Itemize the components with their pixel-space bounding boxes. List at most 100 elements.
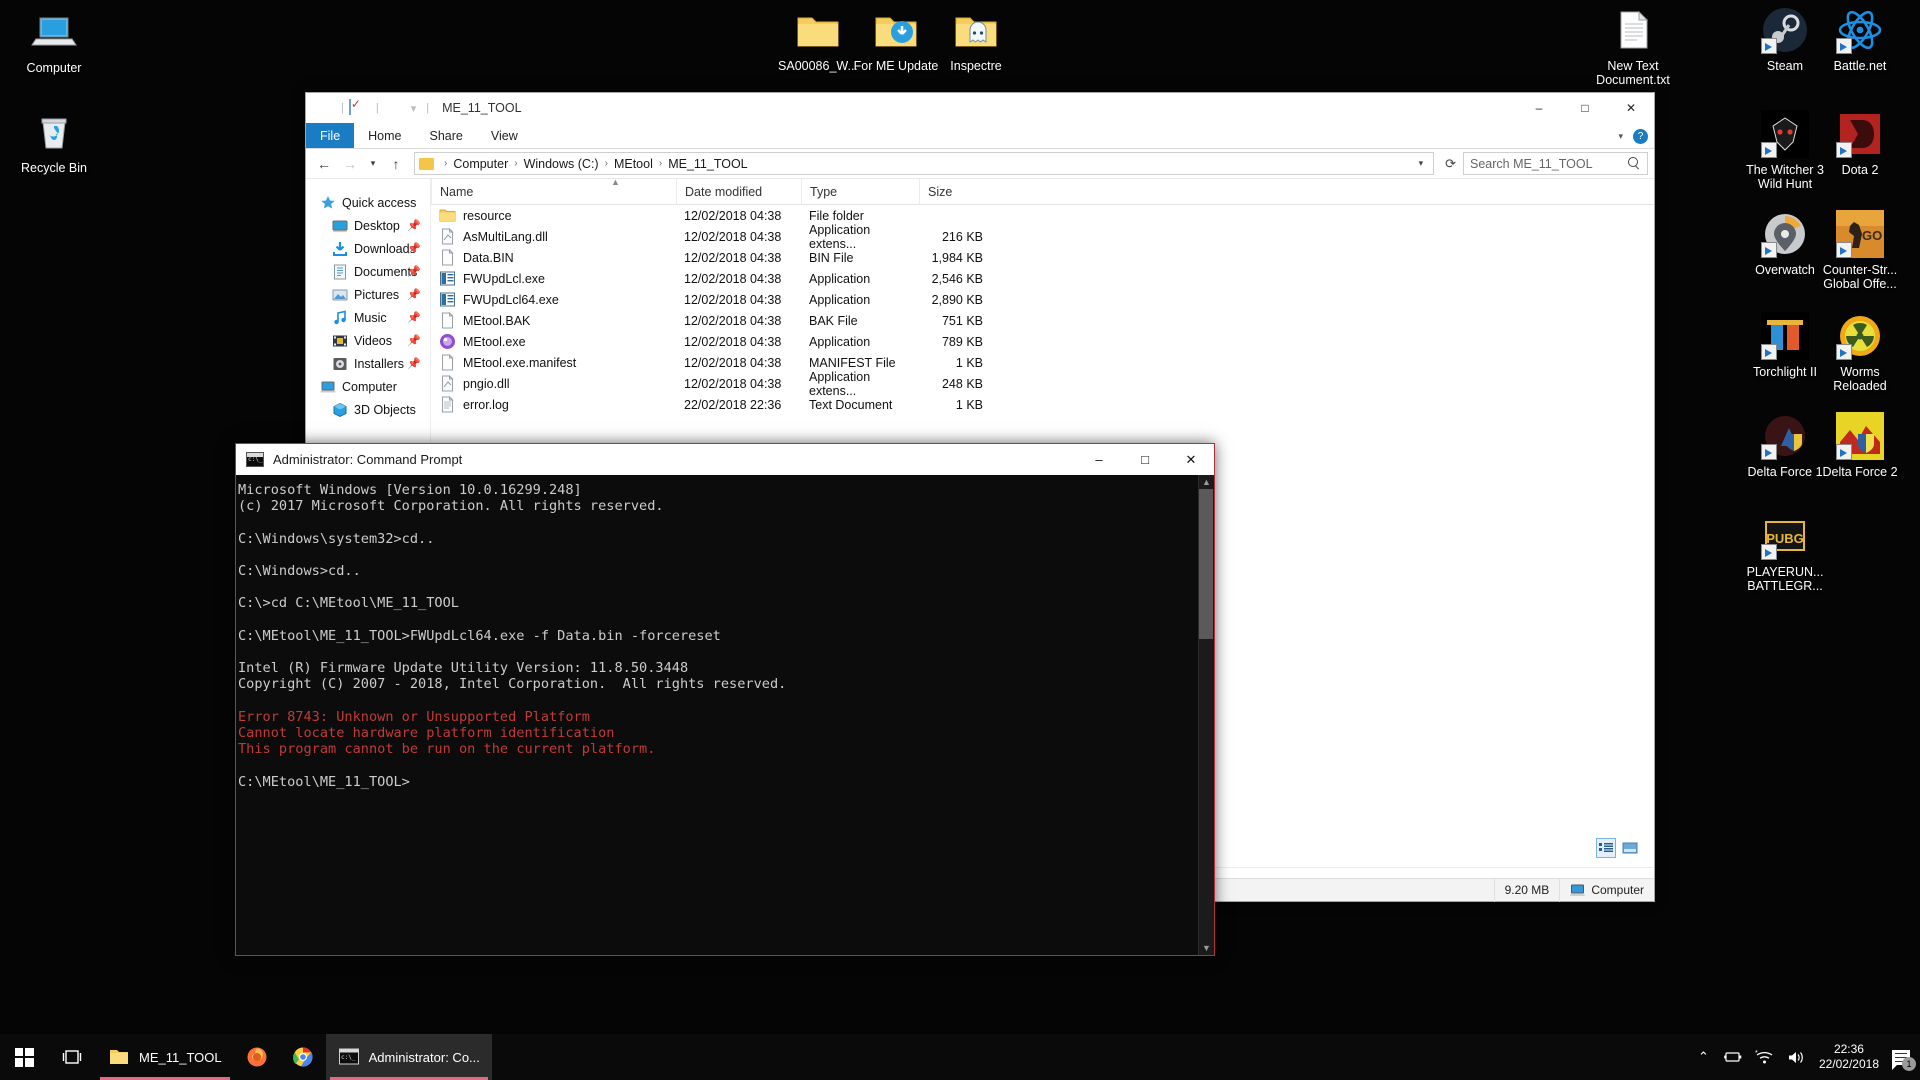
taskbar-item-administrator-co[interactable]: c:\_ Administrator: Co... — [325, 1034, 492, 1080]
desktop-icon-delta-force-2[interactable]: Delta Force 2 — [1812, 412, 1908, 479]
taskbar-item-firefox[interactable] — [234, 1034, 280, 1080]
table-row[interactable]: FWUpdLcl.exe 12/02/2018 04:38 Application 2… — [431, 268, 1654, 289]
pin-icon[interactable]: 📌 — [407, 219, 421, 232]
nav-item-installers[interactable]: Installers 📌 — [306, 352, 430, 375]
large-icons-view-button[interactable] — [1620, 838, 1640, 858]
cmd-console-area[interactable]: Microsoft Windows [Version 10.0.16299.24… — [236, 475, 1214, 955]
table-row[interactable]: resource 12/02/2018 04:38 File folder — [431, 205, 1654, 226]
maximize-button[interactable]: □ — [1122, 444, 1168, 475]
recent-locations-icon[interactable]: ▾ — [364, 152, 382, 176]
file-name-cell[interactable]: MEtool.BAK — [431, 311, 676, 329]
taskbar-item-chrome[interactable] — [280, 1034, 326, 1080]
pin-icon[interactable]: 📌 — [407, 311, 421, 324]
desktop-icon-new-text-document-txt[interactable]: New Text Document.txt — [1585, 6, 1681, 87]
file-list: resource 12/02/2018 04:38 File folder AsMul… — [431, 205, 1654, 415]
maximize-button[interactable]: □ — [1562, 93, 1608, 123]
nav-item-quick-access[interactable]: Quick access — [306, 191, 430, 214]
nav-item-desktop[interactable]: Desktop 📌 — [306, 214, 430, 237]
pin-icon[interactable]: 📌 — [407, 357, 421, 370]
scroll-up-icon[interactable]: ▲ — [1202, 475, 1211, 489]
details-view-button[interactable] — [1596, 838, 1616, 858]
scrollbar-thumb[interactable] — [1199, 489, 1213, 639]
minimize-button[interactable]: – — [1076, 444, 1122, 475]
command-prompt-window[interactable]: Administrator: Command Prompt – □ ✕ Micr… — [235, 443, 1215, 956]
show-hidden-icons-chevron[interactable]: ⌃ — [1698, 1049, 1709, 1065]
table-row[interactable]: MEtool.exe 12/02/2018 04:38 Application 789… — [431, 331, 1654, 352]
separator: | — [426, 102, 430, 114]
column-header-size[interactable]: Size — [919, 178, 989, 205]
table-row[interactable]: MEtool.BAK 12/02/2018 04:38 BAK File 751 KB — [431, 310, 1654, 331]
tab-view[interactable]: View — [477, 123, 532, 148]
column-header-type[interactable]: Type — [801, 178, 919, 205]
minimize-button[interactable]: – — [1516, 93, 1562, 123]
search-input[interactable]: Search ME_11_TOOL — [1463, 152, 1648, 175]
taskbar-item-me-11-tool[interactable]: ME_11_TOOL — [96, 1034, 234, 1080]
help-icon[interactable]: ? — [1633, 128, 1648, 144]
nav-item-videos[interactable]: Videos 📌 — [306, 329, 430, 352]
table-row[interactable]: FWUpdLcl64.exe 12/02/2018 04:38 Applicatio… — [431, 289, 1654, 310]
desktop-icon-worms-reloaded[interactable]: Worms Reloaded — [1812, 312, 1908, 393]
column-header-date-modified[interactable]: Date modified — [676, 178, 801, 205]
file-name-cell[interactable]: FWUpdLcl64.exe — [431, 291, 676, 308]
file-name-cell[interactable]: pngio.dll — [431, 374, 676, 392]
back-button[interactable]: ← — [312, 152, 336, 176]
nav-item-music[interactable]: Music 📌 — [306, 306, 430, 329]
column-header-name[interactable]: Name — [431, 178, 676, 205]
pin-icon[interactable]: 📌 — [407, 265, 421, 278]
table-row[interactable]: MEtool.exe.manifest 12/02/2018 04:38 MANIF… — [431, 352, 1654, 373]
breadcrumb-item-windows-c[interactable]: Windows (C:) — [522, 157, 601, 171]
file-name-cell[interactable]: Data.BIN — [431, 248, 676, 266]
explorer-title-bar[interactable]: | | ▾ | ME_11_TOOL – □ ✕ — [306, 93, 1654, 123]
scroll-down-icon[interactable]: ▼ — [1202, 941, 1211, 955]
nav-item-documents[interactable]: Documents 📌 — [306, 260, 430, 283]
table-row[interactable]: Data.BIN 12/02/2018 04:38 BIN File 1,984 KB — [431, 247, 1654, 268]
desktop-icon-counter-str-global-offe[interactable]: GO Counter-Str... Global Offe... — [1812, 210, 1908, 291]
up-button[interactable]: ↑ — [384, 152, 408, 176]
desktop-icon-inspectre[interactable]: Inspectre — [928, 6, 1024, 73]
nav-item-downloads[interactable]: Downloads 📌 — [306, 237, 430, 260]
desktop-icon-dota-2[interactable]: Dota 2 — [1812, 110, 1908, 177]
task-view-button[interactable] — [48, 1034, 96, 1080]
breadcrumb-item-me-11-tool[interactable]: ME_11_TOOL — [666, 157, 749, 171]
table-row[interactable]: AsMultiLang.dll 12/02/2018 04:38 Applicati… — [431, 223, 1654, 251]
nav-item-3d-objects[interactable]: 3D Objects — [306, 398, 430, 421]
tab-share[interactable]: Share — [416, 123, 477, 148]
refresh-icon[interactable]: ⟳ — [1440, 156, 1461, 172]
table-row[interactable]: pngio.dll 12/02/2018 04:38 Application ext… — [431, 370, 1654, 398]
tab-home[interactable]: Home — [354, 123, 415, 148]
pin-icon[interactable]: 📌 — [407, 334, 421, 347]
cmd-scrollbar[interactable]: ▲ ▼ — [1198, 475, 1214, 955]
pin-icon[interactable]: 📌 — [407, 288, 421, 301]
file-name-cell[interactable]: AsMultiLang.dll — [431, 227, 676, 245]
file-name-cell[interactable]: error.log — [431, 395, 676, 413]
start-button[interactable] — [0, 1034, 48, 1080]
desktop-icon-battle-net[interactable]: Battle.net — [1812, 6, 1908, 73]
action-center-icon[interactable]: 1 — [1892, 1049, 1916, 1071]
nav-item-computer[interactable]: Computer — [306, 375, 430, 398]
breadcrumb-item-computer[interactable]: Computer — [451, 157, 510, 171]
breadcrumb[interactable]: › Computer › Windows (C:) › MEtool › ME_… — [414, 152, 1435, 175]
cmd-title-bar[interactable]: Administrator: Command Prompt – □ ✕ — [236, 444, 1214, 475]
expand-ribbon-icon[interactable]: ▾ — [1618, 131, 1623, 142]
new-folder-icon[interactable] — [384, 100, 401, 116]
close-button[interactable]: ✕ — [1168, 444, 1214, 475]
nav-item-pictures[interactable]: Pictures 📌 — [306, 283, 430, 306]
properties-check-icon[interactable] — [348, 99, 366, 116]
file-name-cell[interactable]: MEtool.exe.manifest — [431, 353, 676, 371]
file-name-cell[interactable]: resource — [431, 207, 676, 224]
forward-button[interactable]: → — [338, 152, 362, 176]
close-button[interactable]: ✕ — [1608, 93, 1654, 123]
desktop-icon-playerun-battlegr[interactable]: PUBG PLAYERUN... BATTLEGR... — [1737, 512, 1833, 593]
file-name-cell[interactable]: FWUpdLcl.exe — [431, 270, 676, 287]
breadcrumb-item-metool[interactable]: MEtool — [612, 157, 655, 171]
tab-file[interactable]: File — [306, 123, 355, 148]
desktop-icon-recycle-bin[interactable]: Recycle Bin — [6, 108, 102, 175]
chevron-down-icon[interactable]: ▾ — [1413, 158, 1430, 169]
pin-icon[interactable]: 📌 — [407, 242, 421, 255]
search-icon[interactable] — [1628, 157, 1641, 170]
table-row[interactable]: error.log 22/02/2018 22:36 Text Document 1 … — [431, 394, 1654, 415]
desktop-icon-computer[interactable]: Computer — [6, 8, 102, 75]
taskbar-clock[interactable]: 22:36 22/02/2018 — [1819, 1042, 1879, 1072]
file-name-cell[interactable]: MEtool.exe — [431, 333, 676, 350]
chevron-down-icon[interactable]: ▾ — [411, 102, 417, 115]
